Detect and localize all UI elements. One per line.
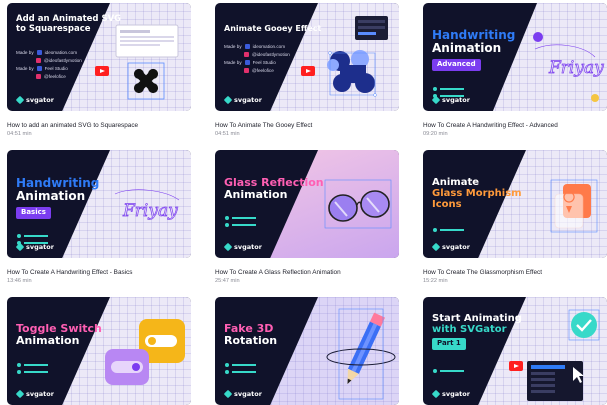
video-thumbnail[interactable]: Handwriting Animation Advanced Friyay sv… (423, 3, 607, 111)
checkmark-badge-icon (527, 309, 600, 401)
video-duration: 15:22 min (423, 278, 448, 284)
video-thumbnail[interactable]: Toggle Switch Animation svgator (7, 297, 191, 405)
video-thumbnail[interactable]: Animate Glass Morphism Icons svgator (423, 150, 607, 258)
svgator-logo: svgator (431, 242, 470, 252)
video-thumbnail[interactable]: Add an Animated SVG to Squarespace Made … (7, 3, 191, 111)
video-duration: 09:20 min (423, 131, 448, 137)
video-card-start-animating[interactable]: Start Animating with SVGator Part 1 svga… (423, 297, 607, 405)
video-card-gooey[interactable]: Animate Gooey Effect Made by ideomation.c… (215, 3, 399, 137)
svgator-logo: svgator (15, 389, 54, 399)
video-card-glass-reflection[interactable]: Glass Reflection Animation svgator How T… (215, 150, 399, 284)
video-title[interactable]: How To Animate The Gooey Effect (215, 122, 399, 129)
video-card-glassmorphism[interactable]: Animate Glass Morphism Icons svgator How… (423, 150, 607, 284)
svgator-logo: svgator (223, 242, 262, 252)
video-title[interactable]: How to add an animated SVG to Squarespac… (7, 122, 191, 129)
svgator-logo: svgator (15, 95, 54, 105)
svgator-logo: svgator (223, 95, 262, 105)
video-title[interactable]: How To Create A Glass Reflection Animati… (215, 269, 399, 276)
friyay-script-icon: Friyay (114, 189, 180, 221)
youtube-icon (509, 361, 523, 371)
video-card-fake-3d[interactable]: Fake 3D Rotation svgator (215, 297, 399, 405)
toggle-switch-icon (105, 319, 185, 385)
video-thumbnail[interactable]: Fake 3D Rotation svgator (215, 297, 399, 405)
svg-text:Friyay: Friyay (122, 201, 178, 221)
squarespace-logo-icon (115, 24, 179, 100)
video-duration: 13:46 min (7, 278, 32, 284)
video-card-handwriting-basics[interactable]: Handwriting Animation Basics Friyay svga… (7, 150, 191, 284)
gooey-blobs-icon (327, 16, 388, 97)
youtube-icon (301, 66, 315, 76)
glasses-icon (324, 179, 392, 229)
pencil-icon (326, 308, 396, 400)
video-thumbnail[interactable]: Glass Reflection Animation svgator (215, 150, 399, 258)
svgator-logo: svgator (431, 389, 470, 399)
video-card-handwriting-advanced[interactable]: Handwriting Animation Advanced Friyay sv… (423, 3, 607, 137)
video-thumbnail[interactable]: Start Animating with SVGator Part 1 svga… (423, 297, 607, 405)
video-duration: 04:51 min (7, 131, 32, 137)
video-grid: Add an Animated SVG to Squarespace Made … (0, 0, 607, 405)
video-card-squarespace[interactable]: Add an Animated SVG to Squarespace Made … (7, 3, 191, 137)
svg-text:Friyay: Friyay (548, 58, 604, 78)
video-title[interactable]: How To Create The Glassmorphism Effect (423, 269, 607, 276)
svgator-logo: svgator (431, 95, 470, 105)
map-pin-icon (550, 179, 598, 233)
video-title[interactable]: How To Create A Handwriting Effect - Adv… (423, 122, 607, 129)
video-thumbnail[interactable]: Animate Gooey Effect Made by ideomation.c… (215, 3, 399, 111)
youtube-icon (95, 66, 109, 76)
video-thumbnail[interactable]: Handwriting Animation Basics Friyay svga… (7, 150, 191, 258)
svgator-logo: svgator (223, 389, 262, 399)
video-title[interactable]: How To Create A Handwriting Effect - Bas… (7, 269, 191, 276)
video-duration: 25:47 min (215, 278, 240, 284)
svgator-logo: svgator (15, 242, 54, 252)
video-card-toggle-switch[interactable]: Toggle Switch Animation svgator (7, 297, 191, 405)
video-duration: 04:51 min (215, 131, 240, 137)
friyay-script-icon: Friyay (533, 32, 604, 102)
